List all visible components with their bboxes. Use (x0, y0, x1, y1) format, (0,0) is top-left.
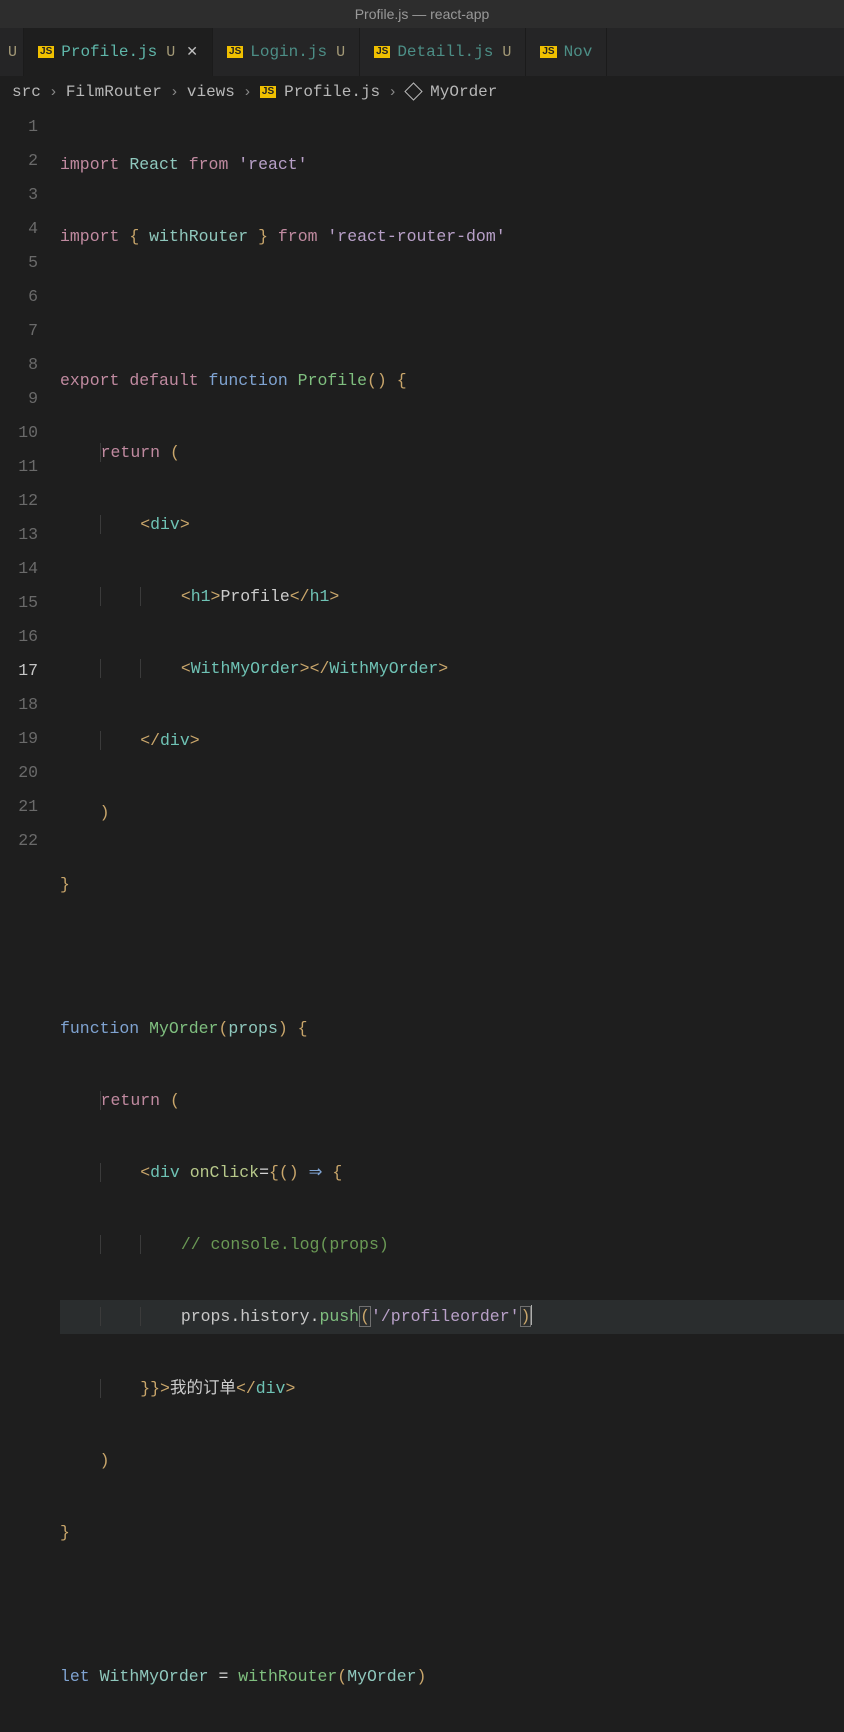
tab-detail[interactable]: JS Detaill.js U (360, 28, 526, 76)
line-number: 19 (0, 722, 38, 756)
code-line[interactable]: ) (60, 1444, 844, 1478)
text-cursor (531, 1305, 532, 1325)
tab-filename: Profile.js (61, 43, 157, 61)
line-number: 1 (0, 110, 38, 144)
line-number: 11 (0, 450, 38, 484)
tab-profile[interactable]: JS Profile.js U ✕ (24, 28, 213, 76)
code-line[interactable] (60, 1588, 844, 1622)
line-number: 9 (0, 382, 38, 416)
line-number: 20 (0, 756, 38, 790)
js-icon: JS (227, 46, 243, 58)
code-line[interactable]: let WithMyOrder = withRouter(MyOrder) (60, 1660, 844, 1694)
line-number: 16 (0, 620, 38, 654)
code-line[interactable]: ) (60, 796, 844, 830)
chevron-right-icon: › (49, 84, 58, 101)
line-number: 22 (0, 824, 38, 858)
code-line[interactable]: <div> (60, 508, 844, 542)
breadcrumb-seg[interactable]: src (12, 83, 41, 101)
line-number: 13 (0, 518, 38, 552)
code-area[interactable]: import React from 'react' import { withR… (60, 110, 844, 1732)
breadcrumb-seg[interactable]: FilmRouter (66, 83, 162, 101)
tab-status: U (502, 44, 511, 61)
code-line[interactable]: // console.log(props) (60, 1228, 844, 1262)
line-number: 10 (0, 416, 38, 450)
line-number: 17 (0, 654, 38, 688)
code-line[interactable]: return ( (60, 1084, 844, 1118)
js-icon: JS (38, 46, 54, 58)
code-line[interactable]: return ( (60, 436, 844, 470)
code-line[interactable]: }}>我的订单</div> (60, 1372, 844, 1406)
line-number: 14 (0, 552, 38, 586)
code-line[interactable]: import { withRouter } from 'react-router… (60, 220, 844, 254)
code-line[interactable]: <div onClick={() ⇒ { (60, 1156, 844, 1190)
tab-nov[interactable]: JS Nov (526, 28, 607, 76)
js-icon: JS (260, 86, 276, 98)
tab-status: U (336, 44, 345, 61)
line-gutter: 1 2 3 4 5 6 7 8 9 10 11 12 13 14 15 16 1… (0, 110, 60, 1732)
js-icon: JS (374, 46, 390, 58)
tab-filename: Detaill.js (397, 43, 493, 61)
code-line[interactable]: import React from 'react' (60, 148, 844, 182)
line-number: 2 (0, 144, 38, 178)
symbol-icon (404, 82, 422, 100)
code-line[interactable]: } (60, 1516, 844, 1550)
line-number: 8 (0, 348, 38, 382)
line-number: 4 (0, 212, 38, 246)
code-line[interactable]: </div> (60, 724, 844, 758)
tab-filename: Login.js (250, 43, 327, 61)
line-number: 18 (0, 688, 38, 722)
breadcrumb-seg[interactable]: Profile.js (284, 83, 380, 101)
breadcrumb[interactable]: src › FilmRouter › views › JS Profile.js… (0, 76, 844, 108)
code-line[interactable]: export default function Profile() { (60, 364, 844, 398)
js-icon: JS (540, 46, 556, 58)
line-number: 5 (0, 246, 38, 280)
line-number: 6 (0, 280, 38, 314)
close-icon[interactable]: ✕ (182, 44, 198, 61)
code-line[interactable]: <h1>Profile</h1> (60, 580, 844, 614)
breadcrumb-seg[interactable]: MyOrder (430, 83, 497, 101)
code-line[interactable]: } (60, 868, 844, 902)
breadcrumb-seg[interactable]: views (187, 83, 235, 101)
tab-prev-stub[interactable]: U (0, 28, 24, 76)
editor[interactable]: 1 2 3 4 5 6 7 8 9 10 11 12 13 14 15 16 1… (0, 108, 844, 1732)
window-title: Profile.js — react-app (355, 6, 490, 22)
line-number: 7 (0, 314, 38, 348)
code-line[interactable]: props.history.push('/profileorder') (60, 1300, 844, 1334)
tab-bar: U JS Profile.js U ✕ JS Login.js U JS Det… (0, 28, 844, 76)
line-number: 15 (0, 586, 38, 620)
window-titlebar: Profile.js — react-app (0, 0, 844, 28)
chevron-right-icon: › (388, 84, 397, 101)
code-line[interactable]: function MyOrder(props) { (60, 1012, 844, 1046)
code-line[interactable] (60, 292, 844, 326)
line-number: 3 (0, 178, 38, 212)
tab-filename: Nov (564, 43, 593, 61)
chevron-right-icon: › (243, 84, 252, 101)
code-line[interactable] (60, 940, 844, 974)
tab-status: U (8, 44, 17, 61)
line-number: 12 (0, 484, 38, 518)
chevron-right-icon: › (170, 84, 179, 101)
tab-status: U (166, 44, 175, 61)
line-number: 21 (0, 790, 38, 824)
tab-login[interactable]: JS Login.js U (213, 28, 360, 76)
code-line[interactable]: <WithMyOrder></WithMyOrder> (60, 652, 844, 686)
